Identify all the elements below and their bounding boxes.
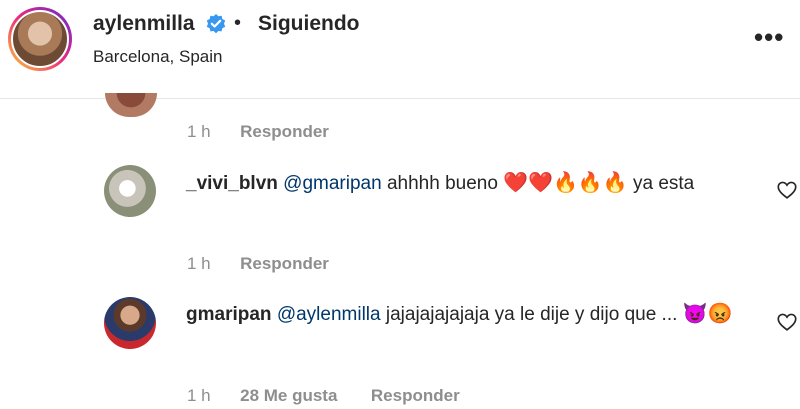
- reply-button[interactable]: Responder: [240, 254, 329, 273]
- comment-time[interactable]: 1 h: [187, 386, 211, 405]
- header-username[interactable]: aylenmilla: [93, 12, 195, 36]
- more-options-icon[interactable]: •••: [754, 22, 784, 53]
- comment-time[interactable]: 1 h: [187, 254, 211, 273]
- follow-button[interactable]: Siguiendo: [258, 12, 360, 36]
- comment-mention[interactable]: @gmaripan: [283, 173, 382, 194]
- comment-text-end: ya esta: [627, 173, 695, 194]
- comment-emojis: 😈😡: [682, 303, 733, 325]
- commenter-avatar[interactable]: [104, 297, 156, 349]
- comment-text: jajajajajajaja ya le dije y dijo que ...: [380, 304, 683, 325]
- commenter-avatar[interactable]: [104, 165, 156, 217]
- previous-comment-avatar[interactable]: [105, 93, 157, 117]
- header-separator: •: [234, 12, 242, 34]
- comment-time[interactable]: 1 h: [187, 122, 211, 141]
- post-header: aylenmilla • Siguiendo Barcelona, Spain …: [0, 0, 800, 99]
- likes-count[interactable]: 28 Me gusta: [240, 386, 337, 405]
- like-heart-icon[interactable]: [776, 179, 798, 201]
- verified-badge-icon: [206, 14, 226, 34]
- comment-body: gmaripan @aylenmilla jajajajajajaja ya l…: [186, 300, 746, 329]
- comment-body: _vivi_blvn @gmaripan ahhhh bueno ❤️❤️🔥🔥🔥…: [186, 169, 746, 198]
- comment-mention[interactable]: @aylenmilla: [277, 304, 381, 325]
- profile-avatar[interactable]: [8, 7, 72, 71]
- reply-button[interactable]: Responder: [371, 386, 460, 405]
- comment-meta: 1 h Responder: [187, 254, 329, 274]
- post-location[interactable]: Barcelona, Spain: [93, 47, 222, 67]
- comment-username[interactable]: gmaripan: [186, 304, 272, 325]
- avatar-image: [11, 10, 69, 68]
- like-heart-icon[interactable]: [776, 311, 798, 333]
- comment-username[interactable]: _vivi_blvn: [186, 173, 278, 194]
- comment-meta: 1 h 28 Me gusta Responder: [187, 386, 460, 406]
- comment-text: ahhhh bueno: [381, 173, 504, 194]
- reply-button[interactable]: Responder: [240, 122, 329, 141]
- comment-meta: 1 h Responder: [187, 122, 329, 142]
- comment-emojis: ❤️❤️🔥🔥🔥: [503, 172, 628, 194]
